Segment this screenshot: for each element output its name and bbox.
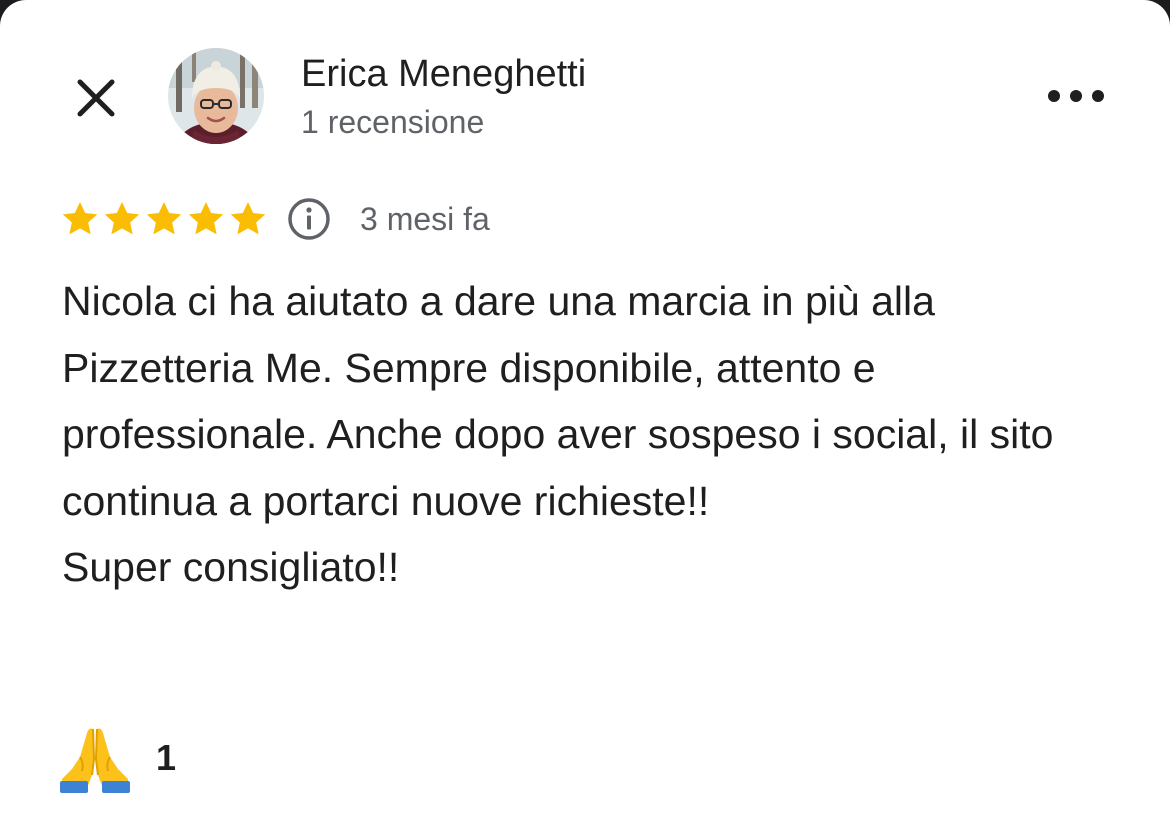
star-rating xyxy=(60,199,268,239)
rating-row: 3 mesi fa xyxy=(60,196,490,242)
info-icon[interactable] xyxy=(286,196,332,242)
close-icon xyxy=(77,79,115,117)
more-horizontal-icon xyxy=(1048,90,1104,102)
author-review-count: 1 recensione xyxy=(301,104,485,140)
close-button[interactable] xyxy=(68,70,124,126)
star-icon xyxy=(230,202,266,235)
more-options-button[interactable] xyxy=(1040,78,1112,114)
star-icon xyxy=(188,202,224,235)
avatar[interactable] xyxy=(168,48,264,144)
reaction-button[interactable]: 1 xyxy=(58,722,176,794)
review-text: Nicola ci ha aiutato a dare una marcia i… xyxy=(62,278,1054,590)
author-name[interactable]: Erica Meneghetti xyxy=(301,52,586,96)
star-icon xyxy=(62,202,98,235)
reaction-count: 1 xyxy=(156,737,177,778)
folded-hands-icon xyxy=(60,728,130,793)
star-icon xyxy=(146,202,182,235)
review-date: 3 mesi fa xyxy=(360,200,490,237)
avatar-photo xyxy=(168,48,264,144)
review-sheet: Erica Meneghetti 1 recensione 3 mesi fa … xyxy=(0,0,1170,822)
star-icon xyxy=(104,202,140,235)
